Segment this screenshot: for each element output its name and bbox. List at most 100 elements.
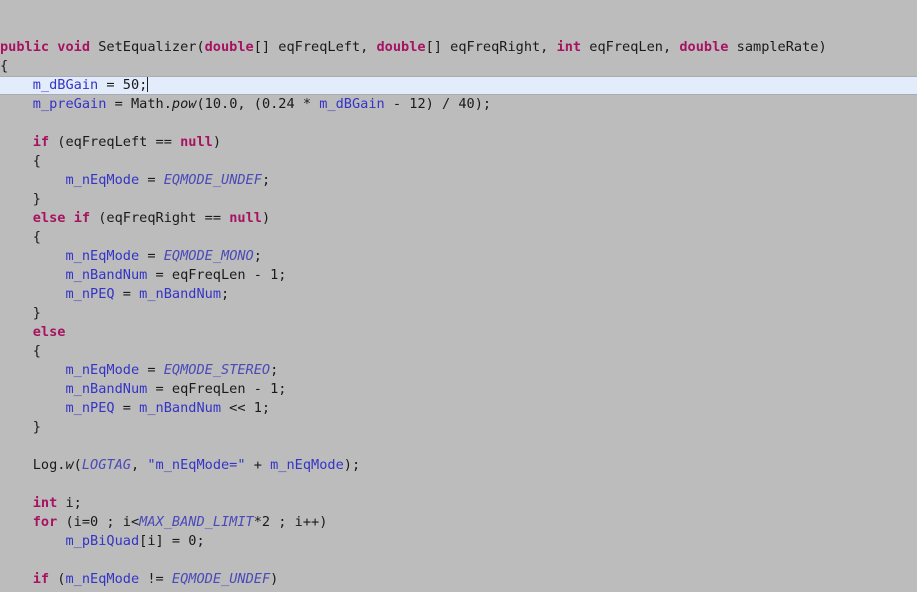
code-token-plain: ; bbox=[270, 362, 279, 378]
code-line[interactable]: if (m_nEqMode != EQMODE_UNDEF) bbox=[0, 570, 917, 589]
code-token-plain: , bbox=[130, 457, 148, 473]
code-token-kw: if bbox=[73, 210, 91, 226]
code-token-kw: double bbox=[204, 39, 254, 55]
code-token-kw: int bbox=[556, 39, 582, 55]
code-line[interactable]: Log.w(LOGTAG, "m_nEqMode=" + m_nEqMode); bbox=[0, 456, 917, 475]
code-line[interactable]: } bbox=[0, 418, 917, 437]
code-line[interactable]: { bbox=[0, 342, 917, 361]
code-token-plain: { bbox=[0, 58, 9, 74]
code-line[interactable]: if (eqFreqLeft == null) bbox=[0, 133, 917, 152]
code-token-plain: } bbox=[0, 419, 41, 435]
code-token-plain: = bbox=[114, 286, 140, 302]
code-token-field: m_nEqMode bbox=[65, 248, 140, 264]
code-token-plain: = bbox=[139, 248, 164, 264]
code-line[interactable]: public void SetEqualizer(double[] eqFreq… bbox=[0, 38, 917, 57]
code-token-plain: { bbox=[0, 343, 41, 359]
code-line[interactable]: m_nBandNum = eqFreqLen - 1; bbox=[0, 266, 917, 285]
code-token-plain: [] eqFreqLeft, bbox=[253, 39, 377, 55]
code-text-area[interactable]: public void SetEqualizer(double[] eqFreq… bbox=[0, 38, 917, 592]
code-token-plain: } bbox=[0, 191, 41, 207]
code-token-meth: pow bbox=[171, 96, 197, 112]
code-token-field: m_pBiQuad bbox=[65, 533, 140, 549]
code-line[interactable]: else if (eqFreqRight == null) bbox=[0, 209, 917, 228]
code-line[interactable]: m_nPEQ = m_nBandNum << 1; bbox=[0, 399, 917, 418]
code-line[interactable]: m_nEqMode = EQMODE_UNDEF; bbox=[0, 171, 917, 190]
code-token-kw: for bbox=[32, 514, 58, 530]
code-token-plain: = bbox=[139, 362, 164, 378]
code-line[interactable]: m_nEqMode = EQMODE_STEREO; bbox=[0, 361, 917, 380]
code-token-field: m_nEqMode bbox=[65, 571, 140, 587]
code-token-kw: int bbox=[32, 495, 58, 511]
code-line[interactable]: int i; bbox=[0, 494, 917, 513]
code-token-field: m_nBandNum bbox=[139, 400, 221, 416]
code-token-plain: { bbox=[0, 153, 41, 169]
code-token-plain: i; bbox=[57, 495, 82, 511]
code-line[interactable]: { bbox=[0, 57, 917, 76]
code-line[interactable]: m_nBandNum = eqFreqLen - 1; bbox=[0, 380, 917, 399]
code-token-plain: ) bbox=[261, 210, 271, 226]
code-token-plain: Log. bbox=[0, 457, 66, 473]
code-token-plain: (i=0 ; i< bbox=[57, 514, 140, 530]
code-token-plain: [] eqFreqRight, bbox=[425, 39, 557, 55]
code-token-kw: null bbox=[180, 134, 213, 150]
code-line[interactable]: m_pBiQuad[i] = 0; bbox=[0, 532, 917, 551]
code-token-field: m_preGain bbox=[32, 96, 107, 112]
code-line[interactable]: { bbox=[0, 152, 917, 171]
code-token-plain: = bbox=[114, 400, 140, 416]
code-token-kw: if bbox=[32, 571, 50, 587]
code-line[interactable]: for (i=0 ; i<MAX_BAND_LIMIT*2 ; i++) bbox=[0, 513, 917, 532]
code-token-plain: sampleRate) bbox=[728, 39, 827, 55]
code-line[interactable]: else bbox=[0, 323, 917, 342]
code-token-kw: public bbox=[0, 39, 50, 55]
code-token-plain: (eqFreqLeft == bbox=[49, 134, 181, 150]
code-line[interactable] bbox=[0, 551, 917, 570]
code-line[interactable]: m_preGain = Math.pow(10.0, (0.24 * m_dBG… bbox=[0, 95, 917, 114]
code-token-stat: EQMODE_MONO bbox=[163, 248, 254, 264]
code-token-stat: MAX_BAND_LIMIT bbox=[139, 514, 254, 530]
code-line[interactable]: m_nEqMode = EQMODE_MONO; bbox=[0, 247, 917, 266]
code-token-plain: = Math. bbox=[106, 96, 172, 112]
code-token-kw: null bbox=[229, 210, 262, 226]
code-token-plain: SetEqualizer( bbox=[90, 39, 205, 55]
code-token-plain: = eqFreqLen - 1; bbox=[147, 381, 287, 397]
code-token-field: m_dBGain bbox=[319, 96, 385, 112]
code-token-plain: ; bbox=[261, 172, 271, 188]
code-token-stat: EQMODE_UNDEF bbox=[171, 571, 271, 587]
code-token-field: m_nBandNum bbox=[65, 381, 148, 397]
code-token-plain: << 1; bbox=[221, 400, 271, 416]
code-token-kw: double bbox=[679, 39, 729, 55]
code-line-current[interactable]: m_dBGain = 50; bbox=[0, 76, 917, 95]
code-token-field: m_nEqMode bbox=[65, 362, 140, 378]
code-line[interactable]: m_nPEQ = m_nBandNum; bbox=[0, 285, 917, 304]
code-line[interactable]: } bbox=[0, 304, 917, 323]
code-token-plain: - 12) / 40); bbox=[384, 96, 492, 112]
code-token-plain: (10.0, (0.24 * bbox=[196, 96, 320, 112]
code-token-plain: = eqFreqLen - 1; bbox=[147, 267, 287, 283]
code-token-field: m_nBandNum bbox=[139, 286, 221, 302]
code-token-plain: ( bbox=[73, 457, 82, 473]
code-token-kw: double bbox=[376, 39, 426, 55]
code-token-plain: = 50; bbox=[98, 77, 148, 93]
code-line[interactable] bbox=[0, 437, 917, 456]
code-token-plain: ) bbox=[212, 134, 222, 150]
code-line[interactable]: } bbox=[0, 190, 917, 209]
code-token-field: m_nPEQ bbox=[65, 400, 115, 416]
code-line[interactable] bbox=[0, 114, 917, 133]
code-line[interactable] bbox=[0, 475, 917, 494]
code-token-plain: *2 ; i++) bbox=[253, 514, 328, 530]
code-token-str: "m_nEqMode=" bbox=[147, 457, 246, 473]
code-editor[interactable]: public void SetEqualizer(double[] eqFreq… bbox=[0, 0, 917, 592]
code-token-plain: ; bbox=[253, 248, 262, 264]
code-line[interactable]: { bbox=[0, 228, 917, 247]
code-token-kw: void bbox=[57, 39, 91, 55]
